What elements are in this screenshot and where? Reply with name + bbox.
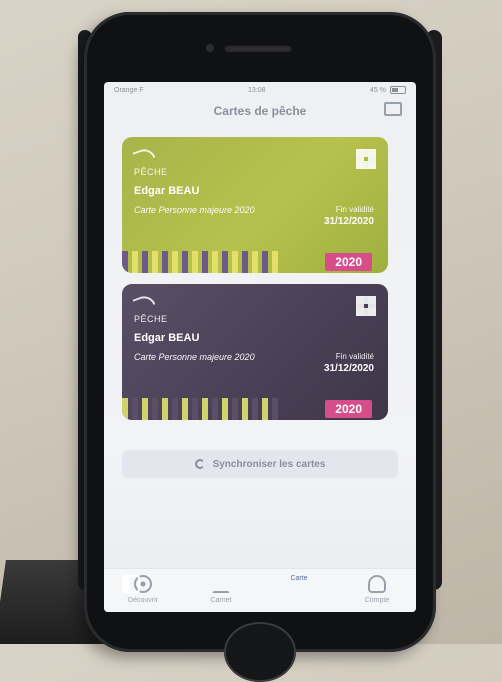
card-holder-name: Edgar BEAU <box>134 332 200 344</box>
app-screen: Orange F 13:08 45 % Cartes de pêche PÊCH… <box>104 82 416 612</box>
tab-carnet[interactable]: Carnet <box>186 575 256 604</box>
battery-percent: 45 % <box>370 86 386 94</box>
year-badge: 2020 <box>325 253 372 271</box>
tab-label: Carte <box>290 575 308 582</box>
card-type: Carte Personne majeure 2020 <box>134 205 255 215</box>
fishing-logo-icon <box>132 292 156 312</box>
front-camera <box>206 44 214 52</box>
fishing-logo-icon <box>132 145 156 165</box>
valid-until-label: Fin validité <box>335 352 374 361</box>
qr-code-icon[interactable] <box>356 296 376 316</box>
year-badge: 2020 <box>325 400 372 418</box>
card-logo-text: PÊCHE <box>134 314 168 324</box>
valid-until-label: Fin validité <box>335 205 374 214</box>
valid-until-date: 31/12/2020 <box>323 363 374 374</box>
card-holder-name: Edgar BEAU <box>134 185 200 197</box>
tab-carte[interactable]: Carte <box>122 575 334 593</box>
bottom-tab-bar: Découvrir Carnet Carte Compte <box>104 568 416 612</box>
tab-label: Carnet <box>210 597 232 604</box>
status-right: 45 % <box>370 86 406 94</box>
sync-icon <box>194 459 205 469</box>
card-icon <box>122 575 140 593</box>
page-title: Cartes de pêche <box>213 104 307 118</box>
carrier-label: Orange F <box>114 86 144 94</box>
fishing-card-1[interactable]: PÊCHE Edgar BEAU Carte Personne majeure … <box>122 137 388 273</box>
valid-until-date: 31/12/2020 <box>323 216 374 227</box>
card-logo-text: PÊCHE <box>134 167 168 177</box>
user-icon <box>368 575 386 593</box>
tab-label: Compte <box>364 597 390 604</box>
tab-discover[interactable]: Découvrir <box>108 575 178 604</box>
sync-button-label: Synchroniser les cartes <box>212 458 326 470</box>
earpiece <box>224 44 292 52</box>
tab-label: Découvrir <box>128 597 158 604</box>
card-type: Carte Personne majeure 2020 <box>134 352 255 362</box>
phone-frame: Orange F 13:08 45 % Cartes de pêche PÊCH… <box>84 12 436 682</box>
wallet-icon[interactable] <box>384 102 402 116</box>
status-bar: Orange F 13:08 45 % <box>104 82 416 98</box>
time-label: 13:08 <box>248 86 266 94</box>
battery-icon <box>389 86 406 94</box>
qr-code-icon[interactable] <box>356 149 376 169</box>
home-button[interactable] <box>224 622 296 682</box>
tab-compte[interactable]: Compte <box>342 575 412 604</box>
anchor-icon <box>212 575 230 593</box>
sync-cards-button[interactable]: Synchroniser les cartes <box>122 450 398 478</box>
fishing-card-2[interactable]: PÊCHE Edgar BEAU Carte Personne majeure … <box>122 284 388 420</box>
